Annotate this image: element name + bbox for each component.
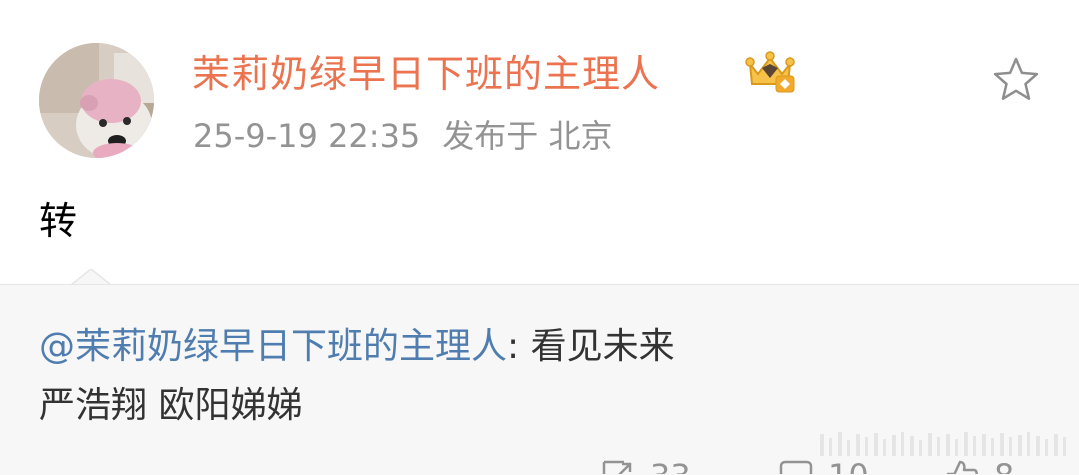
comment-icon <box>779 460 813 474</box>
reposted-text-line1: 看见未来 <box>519 326 675 367</box>
reposted-author-link[interactable]: @茉莉奶绿早日下班的主理人 <box>39 326 507 367</box>
like-count: 8 <box>994 458 1014 474</box>
reposted-text-line2: 严浩翔 欧阳娣娣 <box>39 385 303 426</box>
author-name[interactable]: 茉莉奶绿早日下班的主理人 <box>192 50 660 98</box>
comment-button[interactable]: 10 <box>778 458 869 474</box>
repost-pointer-arrow <box>71 269 111 285</box>
like-button[interactable]: 8 <box>944 458 1014 474</box>
post-timestamp: 25-9-19 22:35 <box>193 117 421 155</box>
reposted-text: @茉莉奶绿早日下班的主理人: 看见未来 <box>39 323 675 371</box>
repost-icon <box>602 460 634 474</box>
avatar[interactable] <box>39 43 154 158</box>
post-location: 发布于 北京 <box>442 117 613 155</box>
weibo-post: 茉莉奶绿早日下班的主理人 25-9-19 22:35 发布于 北京 转 @茉莉奶绿… <box>0 0 1079 475</box>
post-text: 转 <box>39 199 78 243</box>
thumbs-up-icon <box>946 460 978 474</box>
repost-button[interactable]: 33 <box>600 458 691 474</box>
comment-count: 10 <box>828 458 869 474</box>
star-icon[interactable] <box>990 54 1042 106</box>
action-bar: 33 10 8 <box>0 452 1079 474</box>
post-meta: 25-9-19 22:35 发布于 北京 <box>193 114 612 158</box>
avatar-dog-image <box>39 43 154 158</box>
reposted-separator: : <box>507 326 520 367</box>
repost-count: 33 <box>650 458 691 474</box>
crown-badge-icon[interactable] <box>742 50 798 94</box>
